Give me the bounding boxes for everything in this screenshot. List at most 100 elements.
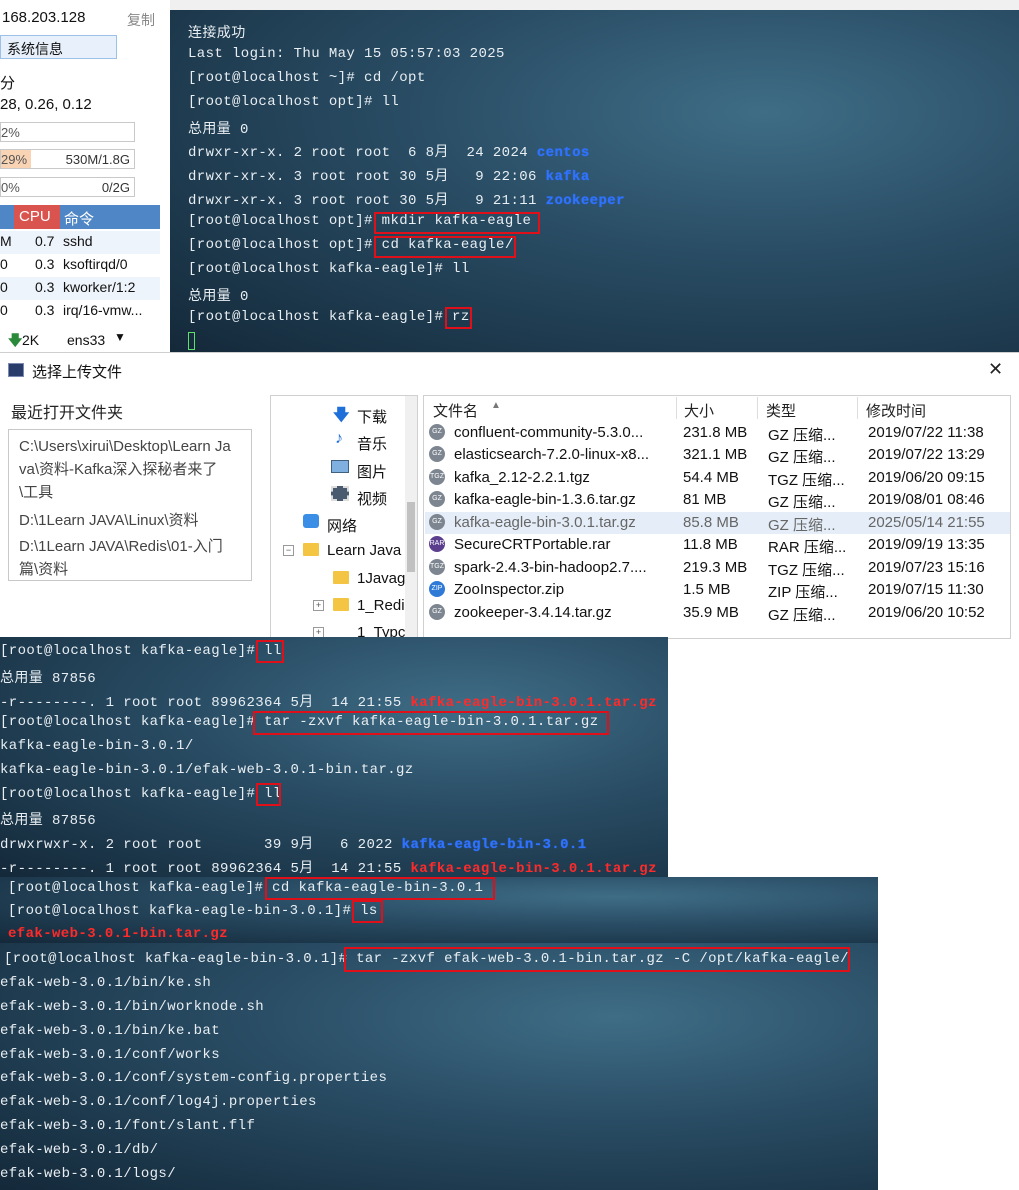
file-list-header: 文件名 ▲ 大小 类型 修改时间 [425, 397, 1009, 421]
prompt: [root@localhost kafka-eagle-bin-3.0.1]# [4, 951, 357, 967]
process-row[interactable]: 0 0.3 irq/16-vmw... [0, 300, 160, 323]
terminal-line: [root@localhost kafka-eagle]# rz [188, 309, 470, 325]
column-divider[interactable] [857, 397, 858, 419]
cpu-usage-bar: 2% [0, 122, 135, 142]
tree-item-pictures[interactable]: 图片 [357, 461, 387, 482]
highlight-box [352, 900, 383, 923]
memory-usage-bar: 29% 530M/1.8G [0, 149, 135, 169]
terminal-app-icon [8, 363, 24, 377]
terminal-session-4[interactable]: [root@localhost kafka-eagle-bin-3.0.1]# … [0, 943, 1019, 1190]
terminal-line: 总用量 0 [188, 122, 249, 138]
process-mem: 0 [0, 256, 8, 272]
column-name[interactable]: 文件名 [433, 400, 478, 421]
music-folder-icon: ♪ [335, 430, 343, 447]
dir-name: centos [536, 145, 590, 161]
tree-item-music[interactable]: 音乐 [357, 433, 387, 454]
file-row[interactable]: TGZ kafka_2.12-2.2.1.tgz 54.4 MB TGZ 压缩.… [425, 467, 1010, 489]
highlight-box [256, 783, 281, 806]
column-type[interactable]: 类型 [766, 400, 796, 421]
tgz-file-icon: TGZ [429, 559, 445, 575]
highlight-box [344, 947, 850, 972]
terminal-session-3[interactable]: [root@localhost kafka-eagle]# cd kafka-e… [0, 877, 878, 943]
expand-icon[interactable]: − [283, 545, 294, 556]
chevron-down-icon[interactable]: ▼ [114, 330, 126, 344]
cmd-column-label[interactable]: 命令 [64, 208, 94, 229]
tree-item-downloads[interactable]: 下载 [357, 406, 387, 427]
video-folder-icon [331, 486, 349, 501]
file-name: kafka-eagle-bin-3.0.1.tar.gz [454, 514, 636, 531]
column-divider[interactable] [757, 397, 758, 419]
process-row[interactable]: M 0.7 sshd [0, 231, 160, 254]
process-cpu: 0.3 [35, 279, 55, 295]
file-row[interactable]: RAR SecureCRTPortable.rar 11.8 MB RAR 压缩… [425, 534, 1010, 556]
tree-item-learn-java[interactable]: Learn Java [327, 542, 401, 559]
file-modified: 2019/07/23 15:16 [868, 559, 985, 576]
tree-item-network[interactable]: 网络 [327, 515, 357, 536]
process-row[interactable]: 0 0.3 ksoftirqd/0 [0, 254, 160, 277]
folder-tree[interactable]: 🡇 下载 ♪ 音乐 图片 视频 网络 − Learn Java 1Javag +… [270, 395, 418, 639]
folder-icon [333, 571, 349, 584]
terminal-line: kafka-eagle-bin-3.0.1/efak-web-3.0.1-bin… [0, 762, 414, 778]
file-row[interactable]: GZ zookeeper-3.4.14.tar.gz 35.9 MB GZ 压缩… [425, 602, 1010, 624]
dir-listing-meta: drwxrwxr-x. 2 root root 39 9月 6 2022 [0, 837, 402, 853]
file-name: SecureCRTPortable.rar [454, 536, 611, 553]
tree-scrollbar-thumb[interactable] [407, 502, 415, 572]
dir-name: kafka [545, 169, 590, 185]
recent-folder-item[interactable]: D:\1Learn JAVA\Redis\01-入门篇\资料 [19, 535, 234, 581]
column-divider[interactable] [676, 397, 677, 419]
file-modified: 2019/06/20 09:15 [868, 469, 985, 486]
file-modified: 2019/07/22 13:29 [868, 446, 985, 463]
terminal-line: [root@localhost kafka-eagle-bin-3.0.1]# … [8, 903, 378, 919]
net-iface-select[interactable]: ens33 [67, 332, 105, 348]
terminal-line: efak-web-3.0.1/bin/ke.sh [0, 975, 212, 991]
process-mem: M [0, 233, 12, 249]
column-size[interactable]: 大小 [684, 400, 714, 421]
file-listing-meta: -r--------. 1 root root 89962364 5月 14 2… [0, 695, 411, 711]
file-row[interactable]: ZIP ZooInspector.zip 1.5 MB ZIP 压缩... 20… [425, 579, 1010, 601]
terminal-session-2[interactable]: [root@localhost kafka-eagle]# ll 总用量 878… [0, 637, 668, 877]
terminal-line: efak-web-3.0.1/conf/log4j.properties [0, 1094, 317, 1110]
recent-folder-item[interactable]: D:\1Learn JAVA\Linux\资料 [19, 509, 234, 532]
file-row[interactable]: GZ elasticsearch-7.2.0-linux-x8... 321.1… [425, 444, 1010, 466]
process-row[interactable]: 0 0.3 kworker/1:2 [0, 277, 160, 300]
file-name: zookeeper-3.4.14.tar.gz [454, 604, 612, 621]
terminal-session-1[interactable]: 连接成功 Last login: Thu May 15 05:57:03 202… [170, 0, 1019, 352]
highlight-box [374, 236, 516, 258]
terminal-line: [root@localhost opt]# ll [188, 94, 400, 110]
file-row[interactable]: GZ kafka-eagle-bin-1.3.6.tar.gz 81 MB GZ… [425, 489, 1010, 511]
recent-folder-item[interactable]: C:\Users\xirui\Desktop\Learn Java\资料-Kaf… [19, 435, 234, 504]
file-listing-meta: -r--------. 1 root root 89962364 5月 14 2… [0, 861, 411, 877]
prompt: [root@localhost opt]# [188, 213, 382, 229]
file-modified: 2019/07/15 11:30 [868, 581, 984, 598]
tree-item-subfolder[interactable]: 1_Redi [357, 597, 405, 614]
pictures-folder-icon [331, 460, 349, 473]
terminal-line: [root@localhost kafka-eagle]# ll [188, 261, 470, 277]
archive-name: kafka-eagle-bin-3.0.1.tar.gz [410, 861, 657, 877]
process-cmd: ksoftirqd/0 [63, 256, 128, 272]
sysinfo-button[interactable]: 系统信息 [0, 35, 117, 59]
file-row[interactable]: GZ confluent-community-5.3.0... 231.8 MB… [425, 422, 1010, 444]
column-modified[interactable]: 修改时间 [866, 400, 926, 421]
highlight-box [256, 640, 284, 663]
file-name: ZooInspector.zip [454, 581, 565, 598]
file-size: 1.5 MB [683, 581, 731, 598]
swap-usage-bar: 0% 0/2G [0, 177, 135, 197]
file-type: RAR 压缩... [768, 539, 847, 556]
close-icon[interactable]: ✕ [988, 359, 1003, 380]
dir-listing-meta: drwxr-xr-x. 3 root root 30 5月 9 21:11 [188, 193, 546, 209]
file-type: GZ 压缩... [768, 517, 836, 534]
process-table-header: CPU 命令 [0, 205, 160, 229]
process-cpu: 0.3 [35, 256, 55, 272]
file-row[interactable]: TGZ spark-2.4.3-bin-hadoop2.7.... 219.3 … [425, 557, 1010, 579]
tree-item-videos[interactable]: 视频 [357, 488, 387, 509]
tree-scrollbar[interactable] [405, 396, 417, 638]
copy-button[interactable]: 复制 [127, 10, 155, 30]
process-mem: 0 [0, 302, 8, 318]
file-row-selected[interactable]: GZ kafka-eagle-bin-3.0.1.tar.gz 85.8 MB … [425, 512, 1010, 534]
expand-icon[interactable]: + [313, 600, 324, 611]
tree-item-subfolder[interactable]: 1Javag [357, 570, 405, 587]
prompt: [root@localhost kafka-eagle]# [0, 643, 265, 659]
file-modified: 2025/05/14 21:55 [868, 514, 985, 531]
file-size: 35.9 MB [683, 604, 739, 621]
file-size: 81 MB [683, 491, 727, 508]
